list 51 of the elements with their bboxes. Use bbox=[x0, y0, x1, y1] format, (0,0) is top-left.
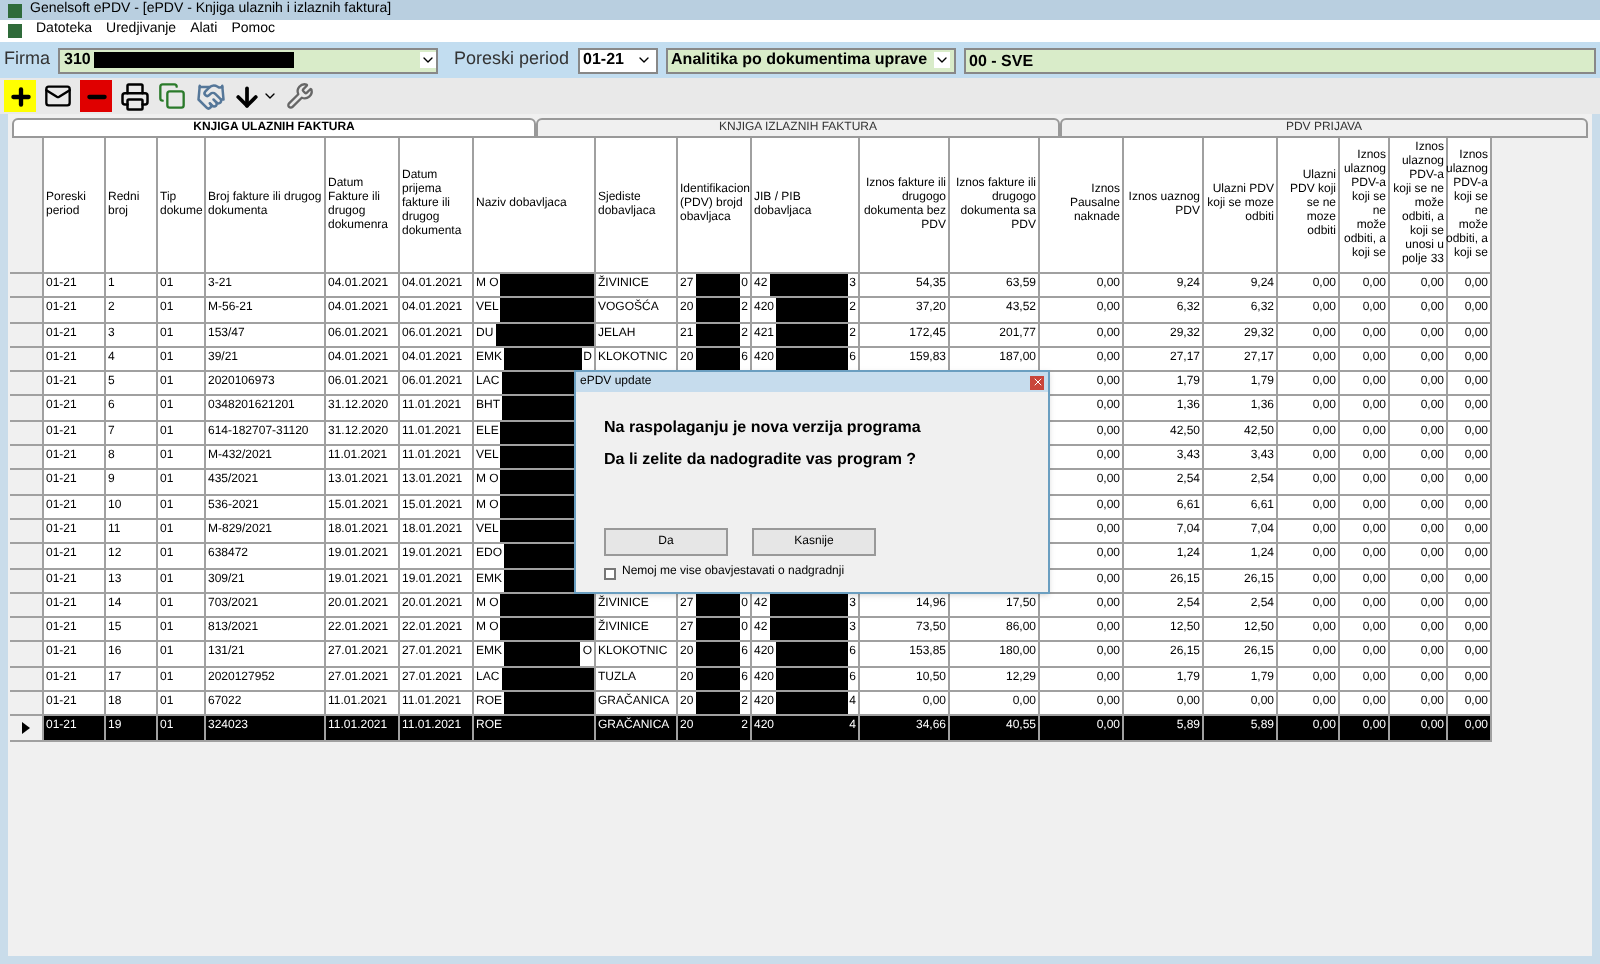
redaction-bar bbox=[695, 298, 740, 322]
printer-icon[interactable] bbox=[118, 80, 150, 112]
firma-dropdown[interactable]: 310 bbox=[58, 47, 438, 73]
redaction-bar bbox=[776, 323, 848, 346]
report-dropdown[interactable]: Analitika po dokumentima uprave bbox=[665, 47, 956, 73]
redaction-bar bbox=[504, 692, 594, 715]
dropdown-icon bbox=[933, 52, 950, 68]
redaction-bar bbox=[769, 618, 848, 641]
redaction-bar bbox=[695, 667, 740, 691]
checkbox[interactable] bbox=[604, 567, 616, 579]
redaction-bar bbox=[500, 274, 594, 297]
redaction-bar bbox=[500, 593, 594, 617]
table-corner bbox=[10, 138, 44, 274]
redaction-bar bbox=[695, 618, 740, 641]
plus-icon[interactable] bbox=[4, 80, 36, 112]
redaction-bar bbox=[776, 298, 848, 322]
redaction-bar bbox=[695, 347, 740, 371]
redaction-bar bbox=[500, 298, 594, 322]
redaction-bar bbox=[500, 618, 594, 641]
redaction-bar bbox=[695, 593, 740, 617]
redaction-bar bbox=[695, 274, 740, 297]
dialog-message: Na raspolaganju je nova verzija programa bbox=[604, 416, 923, 440]
copy-icon[interactable] bbox=[156, 80, 188, 112]
redaction-bar bbox=[504, 347, 582, 371]
redaction-bar bbox=[776, 642, 848, 666]
download-icon[interactable] bbox=[232, 81, 278, 111]
scope-field[interactable]: 00 - SVE bbox=[963, 47, 1596, 73]
redaction-bar bbox=[769, 274, 848, 297]
wrench-icon[interactable] bbox=[284, 80, 316, 112]
handshake-icon[interactable] bbox=[194, 80, 226, 112]
row-header[interactable] bbox=[10, 716, 44, 742]
dropdown-icon bbox=[635, 52, 652, 68]
redaction-bar bbox=[776, 692, 848, 715]
period-label: Poreski period bbox=[454, 46, 570, 73]
redaction-bar bbox=[769, 593, 848, 617]
redaction-bar bbox=[695, 692, 740, 715]
firma-label: Firma bbox=[4, 46, 50, 73]
redaction-bar bbox=[695, 642, 740, 666]
redaction-bar bbox=[504, 642, 581, 666]
redaction-bar bbox=[776, 347, 848, 371]
redaction-bar bbox=[495, 323, 594, 346]
dialog-message: Da li zelite da nadogradite vas program ? bbox=[604, 448, 919, 472]
minus-icon[interactable] bbox=[80, 80, 112, 112]
period-dropdown[interactable]: 01-21 bbox=[577, 47, 658, 73]
redaction-bar bbox=[776, 667, 848, 691]
redaction-bar bbox=[501, 667, 594, 691]
redaction-bar bbox=[695, 323, 740, 346]
envelope-icon[interactable] bbox=[42, 80, 74, 112]
row-pointer-icon bbox=[22, 721, 30, 734]
close-button[interactable] bbox=[1030, 375, 1044, 389]
dropdown-icon bbox=[420, 52, 436, 68]
